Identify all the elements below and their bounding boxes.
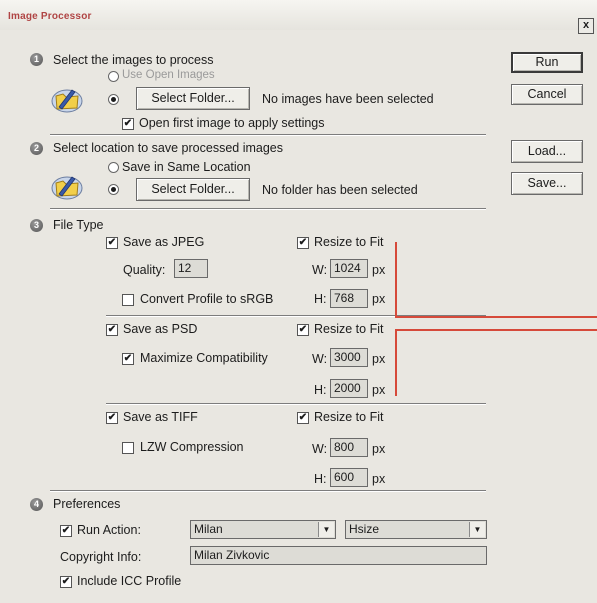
action-set-value: Milan (194, 522, 223, 536)
section-3-heading: File Type (53, 218, 104, 232)
save-as-tiff-label: Save as TIFF (123, 410, 198, 424)
copyright-input[interactable]: Milan Zivkovic (190, 546, 487, 565)
source-status-text: No images have been selected (262, 92, 434, 106)
save-as-jpeg-label: Save as JPEG (123, 235, 205, 249)
close-button[interactable]: x (578, 18, 594, 34)
run-action-checkbox[interactable]: ✔ (60, 525, 72, 537)
divider (50, 208, 486, 210)
annotation-bracket-horizontal (395, 316, 597, 318)
save-as-psd-checkbox[interactable]: ✔ (106, 324, 118, 336)
tiff-width-label: W: (312, 442, 328, 456)
divider (50, 134, 486, 136)
chevron-down-icon[interactable]: ▼ (318, 522, 334, 537)
save-settings-button[interactable]: Save... (511, 172, 583, 195)
divider (106, 403, 486, 405)
section-1-heading: Select the images to process (53, 53, 214, 67)
save-same-location-radio[interactable] (108, 162, 119, 173)
convert-srgb-checkbox[interactable] (122, 294, 134, 306)
run-button[interactable]: Run (511, 52, 583, 73)
window-title: Image Processor (8, 11, 92, 22)
step-2-badge: 2 (30, 142, 43, 155)
lzw-compression-checkbox[interactable] (122, 442, 134, 454)
jpeg-quality-input[interactable]: 12 (174, 259, 208, 278)
tiff-height-input[interactable]: 600 (330, 468, 368, 487)
divider (50, 490, 486, 492)
jpeg-width-input[interactable]: 1024 (330, 259, 368, 278)
psd-resize-label: Resize to Fit (314, 322, 384, 336)
include-icc-label: Include ICC Profile (77, 574, 182, 588)
action-name-dropdown[interactable]: Hsize ▼ (345, 520, 487, 539)
use-open-images-label: Use Open Images (122, 69, 215, 81)
jpeg-resize-checkbox[interactable]: ✔ (297, 237, 309, 249)
folder-icon (50, 86, 84, 114)
jpeg-resize-label: Resize to Fit (314, 235, 384, 249)
lzw-compression-label: LZW Compression (140, 440, 244, 454)
select-destination-folder-button[interactable]: Select Folder... (136, 178, 250, 201)
include-icc-checkbox[interactable]: ✔ (60, 576, 72, 588)
tiff-resize-label: Resize to Fit (314, 410, 384, 424)
cancel-button[interactable]: Cancel (511, 84, 583, 105)
tiff-height-label: H: (314, 472, 327, 486)
open-first-image-checkbox[interactable]: ✔ (122, 118, 134, 130)
copyright-label: Copyright Info: (60, 550, 142, 564)
section-4-heading: Preferences (53, 497, 121, 511)
tiff-width-unit: px (372, 442, 386, 456)
annotation-bracket-vertical (395, 242, 397, 317)
psd-width-label: W: (312, 352, 328, 366)
load-button[interactable]: Load... (511, 140, 583, 163)
maximize-compatibility-checkbox[interactable]: ✔ (122, 353, 134, 365)
jpeg-width-unit: px (372, 263, 386, 277)
folder-icon (50, 173, 84, 201)
step-4-badge: 4 (30, 498, 43, 511)
action-name-value: Hsize (349, 522, 380, 536)
section-2-heading: Select location to save processed images (53, 141, 283, 155)
psd-resize-checkbox[interactable]: ✔ (297, 324, 309, 336)
select-folder-radio[interactable] (108, 94, 119, 105)
jpeg-width-label: W: (312, 263, 328, 277)
chevron-down-icon[interactable]: ▼ (469, 522, 485, 537)
annotation-bracket-horizontal (395, 329, 597, 331)
select-destination-radio[interactable] (108, 184, 119, 195)
select-source-folder-button[interactable]: Select Folder... (136, 87, 250, 110)
psd-height-unit: px (372, 383, 386, 397)
jpeg-height-label: H: (314, 292, 327, 306)
jpeg-height-unit: px (372, 292, 386, 306)
save-as-psd-label: Save as PSD (123, 322, 198, 336)
convert-srgb-label: Convert Profile to sRGB (140, 292, 274, 306)
tiff-height-unit: px (372, 472, 386, 486)
use-open-images-radio[interactable] (108, 71, 119, 82)
tiff-resize-checkbox[interactable]: ✔ (297, 412, 309, 424)
step-1-badge: 1 (30, 53, 43, 66)
open-first-image-label: Open first image to apply settings (139, 116, 325, 130)
jpeg-quality-label: Quality: (123, 263, 166, 277)
annotation-bracket-vertical (395, 330, 397, 396)
step-3-badge: 3 (30, 219, 43, 232)
tiff-width-input[interactable]: 800 (330, 438, 368, 457)
psd-width-input[interactable]: 3000 (330, 348, 368, 367)
maximize-compatibility-label: Maximize Compatibility (140, 351, 268, 365)
psd-height-label: H: (314, 383, 327, 397)
save-as-jpeg-checkbox[interactable]: ✔ (106, 237, 118, 249)
jpeg-height-input[interactable]: 768 (330, 289, 368, 308)
action-set-dropdown[interactable]: Milan ▼ (190, 520, 336, 539)
psd-width-unit: px (372, 352, 386, 366)
destination-status-text: No folder has been selected (262, 183, 418, 197)
psd-height-input[interactable]: 2000 (330, 379, 368, 398)
run-action-label: Run Action: (77, 523, 141, 537)
save-same-location-label: Save in Same Location (122, 160, 251, 174)
save-as-tiff-checkbox[interactable]: ✔ (106, 412, 118, 424)
